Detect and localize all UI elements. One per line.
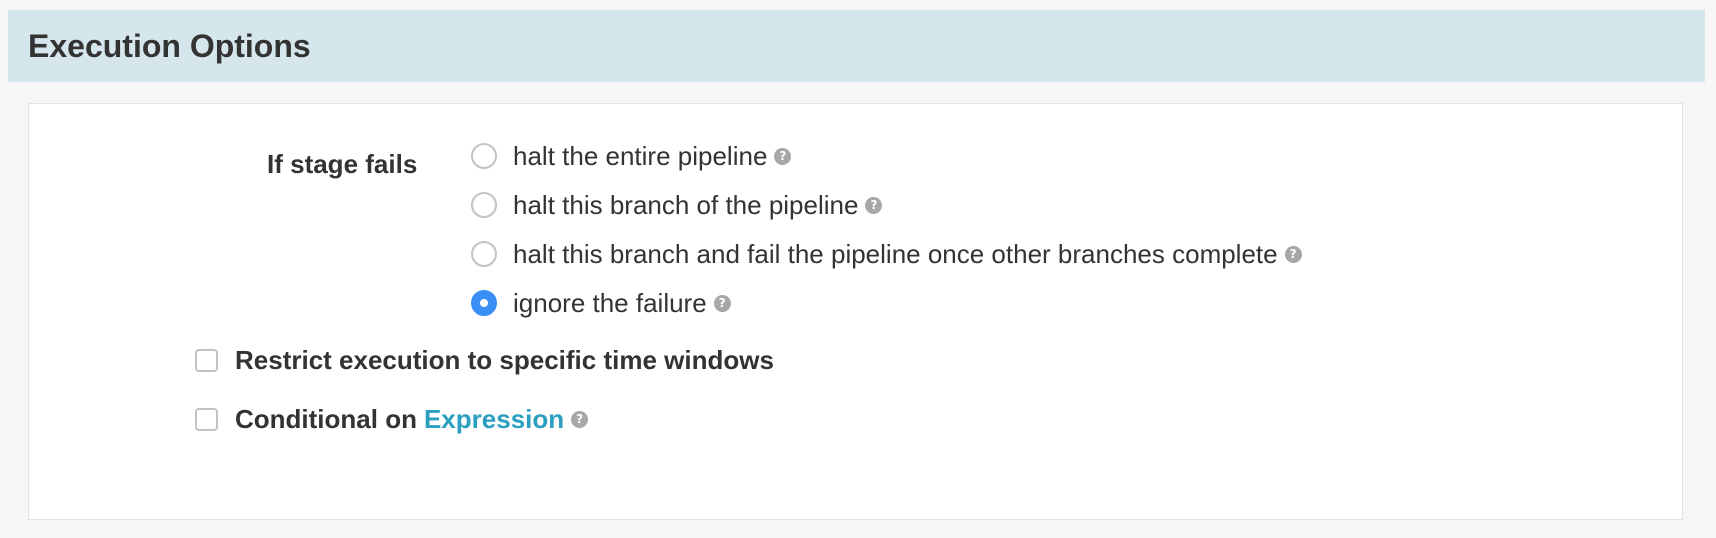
radio-option-halt-branch-fail-pipeline[interactable]: halt this branch and fail the pipeline o…: [471, 238, 1302, 270]
restrict-execution-option[interactable]: Restrict execution to specific time wind…: [195, 343, 774, 377]
radio-option-halt-this-branch[interactable]: halt this branch of the pipeline ?: [471, 189, 883, 221]
radio-option-halt-entire-pipeline[interactable]: halt the entire pipeline ?: [471, 140, 792, 172]
question-circle-icon[interactable]: ?: [713, 294, 731, 312]
restrict-execution-checkbox[interactable]: [195, 348, 218, 372]
question-circle-icon[interactable]: ?: [774, 147, 792, 165]
question-circle-icon[interactable]: ?: [571, 410, 589, 428]
question-circle-icon[interactable]: ?: [1284, 245, 1302, 263]
radio-label: halt the entire pipeline: [513, 141, 768, 171]
section-title: Execution Options: [28, 28, 311, 64]
radio-ignore-failure[interactable]: [471, 290, 497, 316]
radio-halt-entire-pipeline[interactable]: [471, 143, 497, 169]
section-header: Execution Options: [8, 10, 1705, 82]
conditional-option[interactable]: Conditional on Expression ?: [195, 402, 589, 436]
radio-label: ignore the failure: [513, 288, 707, 318]
restrict-execution-label: Restrict execution to specific time wind…: [235, 345, 774, 375]
conditional-label: Conditional on: [235, 404, 417, 434]
expression-link[interactable]: Expression: [424, 402, 564, 436]
radio-label: halt this branch of the pipeline: [513, 190, 859, 220]
radio-halt-branch-fail-pipeline[interactable]: [471, 241, 497, 267]
radio-option-ignore-failure[interactable]: ignore the failure ?: [471, 287, 731, 319]
conditional-checkbox[interactable]: [195, 407, 218, 431]
execution-options-panel: If stage fails halt the entire pipeline …: [28, 103, 1683, 520]
if-stage-fails-label: If stage fails: [267, 149, 418, 179]
radio-halt-this-branch[interactable]: [471, 192, 497, 218]
radio-label: halt this branch and fail the pipeline o…: [513, 239, 1278, 269]
question-circle-icon[interactable]: ?: [865, 196, 883, 214]
